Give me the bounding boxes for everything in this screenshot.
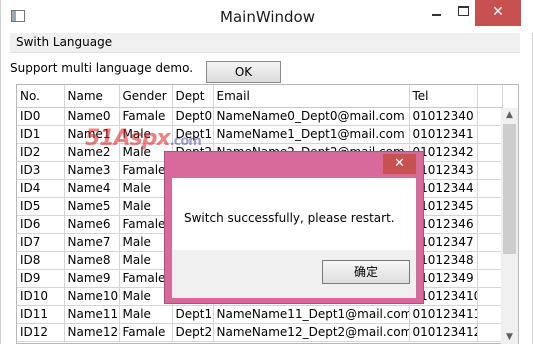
- cell-tel: 010123411: [409, 305, 478, 324]
- menu-switch-language[interactable]: Swith Language: [16, 35, 112, 49]
- cell-email: NameName12_Dept2@mail.com: [213, 323, 410, 342]
- cell-no: ID2: [17, 143, 65, 162]
- cell-dept: Dept2: [172, 323, 214, 342]
- close-icon: ✕: [492, 4, 504, 20]
- cell-name: Name1: [64, 125, 120, 144]
- cell-name: Name9: [64, 269, 120, 288]
- cell-name: Name5: [64, 197, 120, 216]
- cell-tel: 01012340: [409, 107, 478, 126]
- cell-gender: Famale: [119, 107, 173, 126]
- cell-no: ID10: [17, 287, 65, 306]
- cell-filler: [477, 287, 503, 306]
- cell-dept: Dept1: [172, 125, 214, 144]
- cell-name: Name7: [64, 233, 120, 252]
- cell-no: ID11: [17, 305, 65, 324]
- cell-gender: Male: [119, 125, 173, 144]
- cell-no: ID6: [17, 215, 65, 234]
- close-button[interactable]: ✕: [475, 0, 521, 26]
- cell-gender: Male: [119, 305, 173, 324]
- cell-dept: Dept0: [172, 107, 214, 126]
- menu-bar: Swith Language: [10, 33, 520, 53]
- cell-filler: [477, 197, 503, 216]
- cell-name: Name12: [64, 323, 120, 342]
- support-label: Support multi language demo.: [10, 61, 194, 75]
- maximize-button[interactable]: [448, 0, 478, 26]
- cell-no: ID3: [17, 161, 65, 180]
- cell-filler: [477, 161, 503, 180]
- cell-name: Name3: [64, 161, 120, 180]
- cell-filler: [477, 107, 503, 126]
- cell-email: NameName0_Dept0@mail.com: [213, 107, 410, 126]
- scroll-down-icon[interactable]: ▼: [501, 330, 518, 344]
- cell-dept: Dept1: [172, 305, 214, 324]
- cell-no: ID9: [17, 269, 65, 288]
- cell-email: NameName11_Dept1@mail.com: [213, 305, 410, 324]
- table-row[interactable]: ID12 Name12 Famale Dept2 NameName12_Dept2@ma…: [17, 323, 503, 342]
- cell-no: ID8: [17, 251, 65, 270]
- cell-filler: [477, 125, 503, 144]
- title-bar: MainWindow ✕: [1, 0, 533, 33]
- cell-name: Name6: [64, 215, 120, 234]
- cell-name: Name0: [64, 107, 120, 126]
- dialog-ok-button[interactable]: 确定: [322, 260, 410, 284]
- ok-button[interactable]: OK: [206, 61, 281, 83]
- table-row[interactable]: ID1 Name1 Male Dept1 NameName1_Dept1@mail.co…: [17, 125, 503, 144]
- vertical-scrollbar[interactable]: ▲ ▼: [501, 108, 518, 344]
- cell-name: Name8: [64, 251, 120, 270]
- col-header-dept[interactable]: Dept: [172, 85, 214, 108]
- close-icon: ✕: [394, 156, 405, 171]
- cell-no: ID0: [17, 107, 65, 126]
- scroll-thumb[interactable]: [503, 124, 516, 254]
- cell-filler: [477, 233, 503, 252]
- cell-name: Name2: [64, 143, 120, 162]
- cell-name: Name11: [64, 305, 120, 324]
- cell-no: ID4: [17, 179, 65, 198]
- col-header-email[interactable]: Email: [213, 85, 410, 108]
- col-header-name[interactable]: Name: [64, 85, 120, 108]
- col-header-no[interactable]: No.: [17, 85, 65, 108]
- table-row[interactable]: ID0 Name0 Famale Dept0 NameName0_Dept0@mail.…: [17, 107, 503, 126]
- dialog-message: Switch successfully, please restart.: [184, 211, 395, 225]
- main-window: MainWindow ✕ Swith Language Support mult…: [0, 0, 533, 344]
- cell-no: ID12: [17, 323, 65, 342]
- cell-filler: [477, 323, 503, 342]
- cell-name: Name10: [64, 287, 120, 306]
- cell-gender: Famale: [119, 323, 173, 342]
- cell-tel: 010123412: [409, 323, 478, 342]
- cell-no: ID7: [17, 233, 65, 252]
- scroll-up-icon[interactable]: ▲: [501, 108, 518, 122]
- cell-filler: [477, 179, 503, 198]
- table-row[interactable]: ID11 Name11 Male Dept1 NameName11_Dept1@mail…: [17, 305, 503, 324]
- dialog-title-bar: ✕: [165, 152, 423, 178]
- dialog-body: Switch successfully, please restart.: [172, 178, 416, 250]
- minimize-button[interactable]: [421, 0, 451, 26]
- cell-email: NameName1_Dept1@mail.com: [213, 125, 410, 144]
- dialog-footer: 确定: [172, 250, 416, 298]
- cell-no: ID1: [17, 125, 65, 144]
- maximize-icon: [457, 6, 469, 16]
- col-header-tel[interactable]: Tel: [409, 85, 478, 108]
- cell-filler: [477, 143, 503, 162]
- grid-header-row: No. Name Gender Dept Email Tel: [17, 85, 503, 108]
- cell-filler: [477, 215, 503, 234]
- dialog-close-button[interactable]: ✕: [383, 154, 416, 174]
- col-header-filler: [477, 85, 503, 108]
- cell-filler: [477, 305, 503, 324]
- cell-filler: [477, 251, 503, 270]
- cell-filler: [477, 269, 503, 288]
- cell-tel: 01012341: [409, 125, 478, 144]
- cell-no: ID5: [17, 197, 65, 216]
- cell-name: Name4: [64, 179, 120, 198]
- minimize-icon: [431, 14, 441, 16]
- message-dialog: ✕ Switch successfully, please restart. 确…: [164, 151, 424, 304]
- col-header-gender[interactable]: Gender: [119, 85, 173, 108]
